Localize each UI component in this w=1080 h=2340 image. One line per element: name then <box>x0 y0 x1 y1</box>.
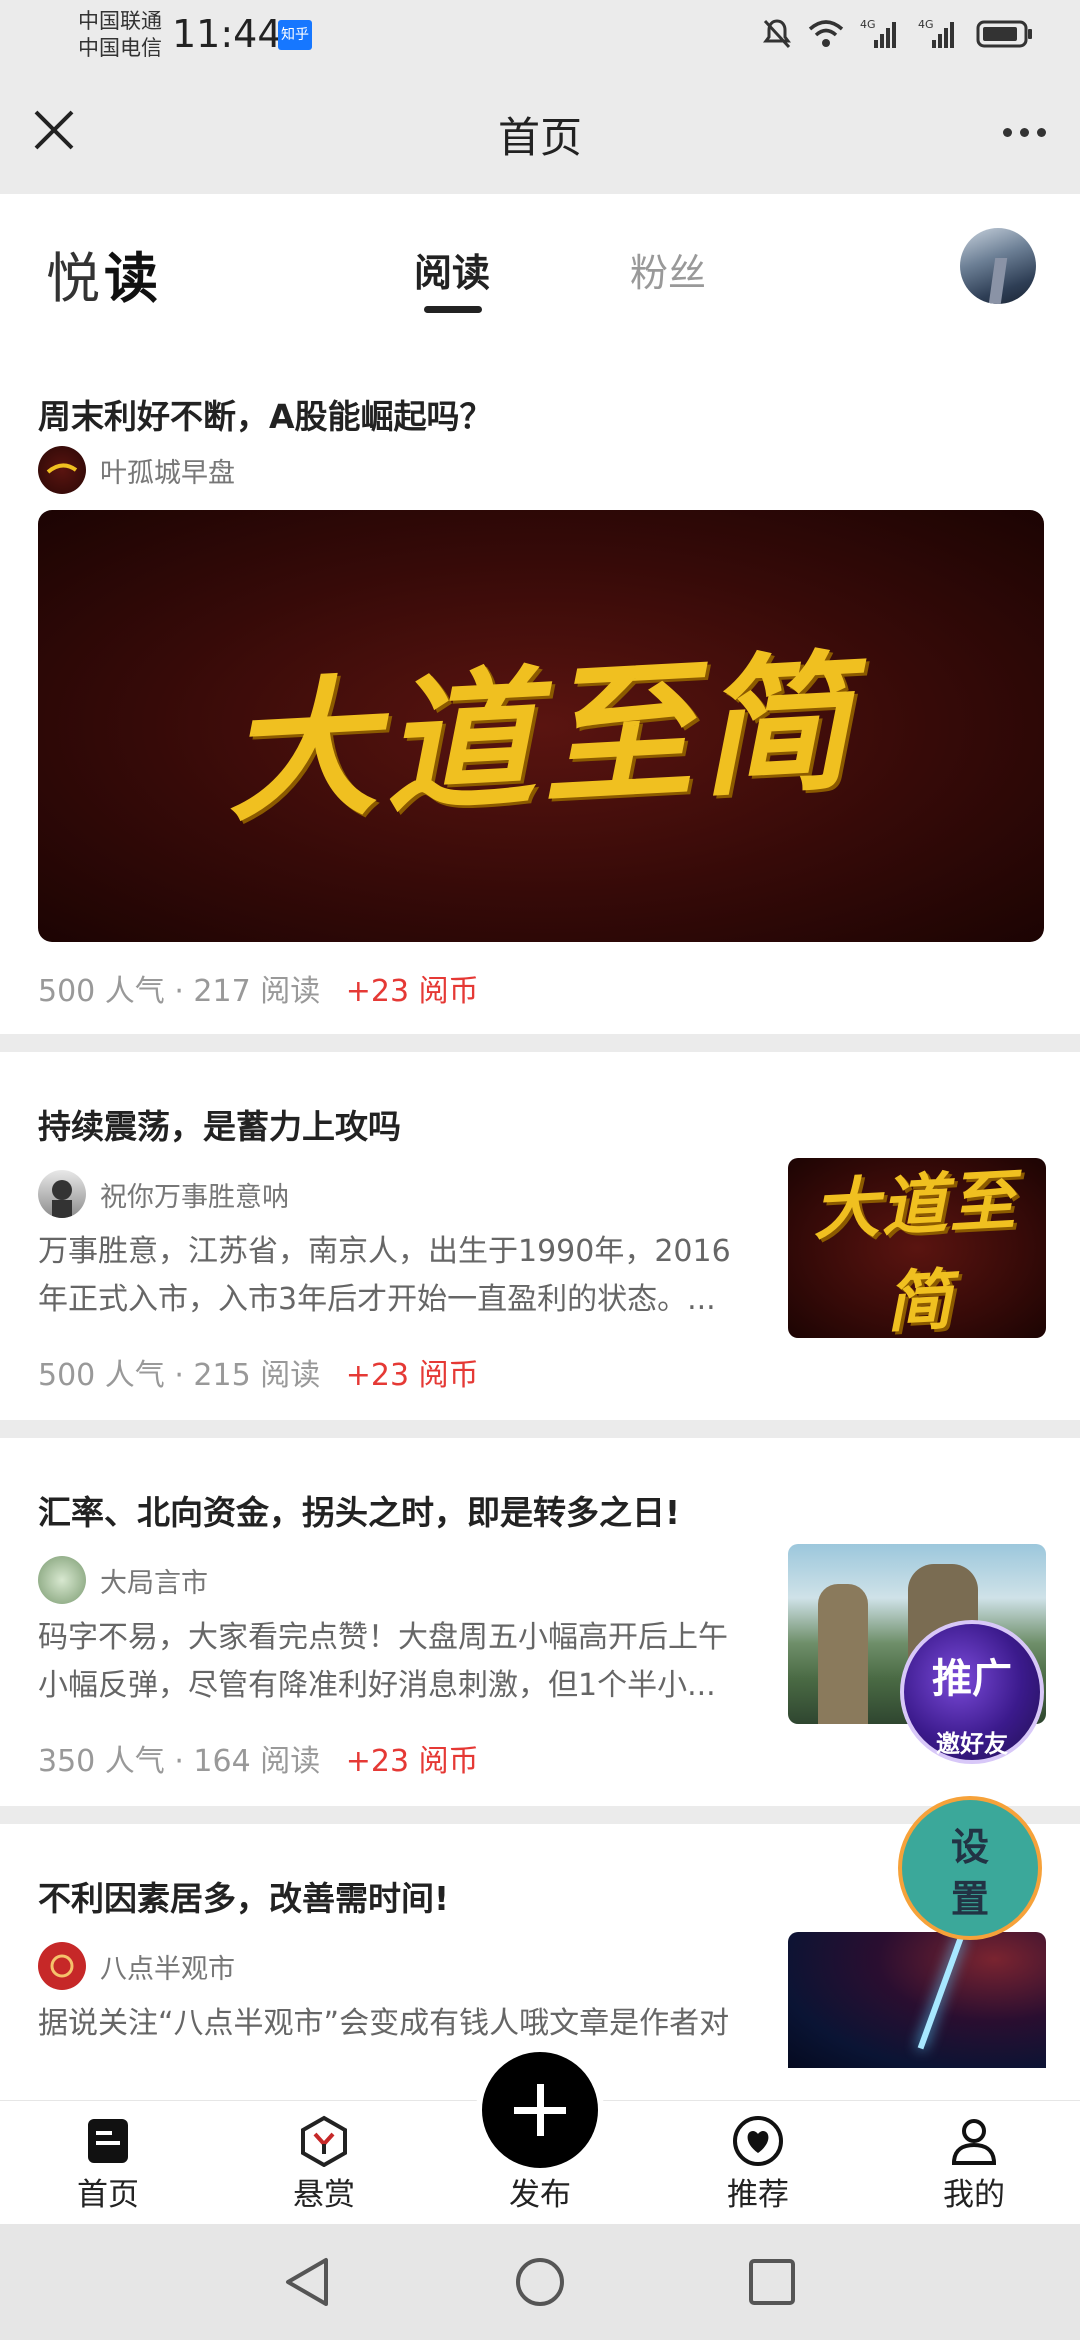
settings-label-1: 设 <box>950 1825 989 1869</box>
tab-read[interactable]: 阅读 <box>414 242 490 297</box>
signal-2-icon: 4G <box>918 18 960 54</box>
popularity-count: 350 人气 <box>38 1744 165 1779</box>
mute-icon <box>762 18 792 54</box>
settings-float-button[interactable]: 设 置 <box>898 1796 1042 1940</box>
page-title: 首页 <box>497 113 582 162</box>
recents-square-icon <box>749 2259 795 2305</box>
more-options-button[interactable] <box>1003 128 1046 137</box>
user-avatar[interactable] <box>960 228 1036 304</box>
article-excerpt: 据说关注“八点半观市”会变成有钱人哦文章是作者对 <box>38 2000 748 2048</box>
author-name: 八点半观市 <box>100 1953 235 1985</box>
nav-reward[interactable]: 悬赏 <box>264 2115 384 2214</box>
article-thumbnail[interactable] <box>788 1932 1046 2068</box>
article-stats: 350 人气 · 164 阅读 +23 阅币 <box>38 1744 479 1779</box>
author-name: 叶孤城早盘 <box>100 457 235 489</box>
back-button[interactable] <box>282 2256 332 2312</box>
nav-home[interactable]: 首页 <box>48 2115 168 2214</box>
author-avatar <box>38 1942 86 1990</box>
active-tab-indicator <box>424 306 482 313</box>
logo-part-1: 悦 <box>46 247 104 310</box>
publish-plus-button[interactable] <box>476 2046 604 2174</box>
nav-label: 首页 <box>77 2177 139 2213</box>
promo-invite-button[interactable]: 推广 邀好友 <box>900 1620 1044 1764</box>
svg-text:4G: 4G <box>918 18 934 31</box>
cover-title-art: 大道至简 <box>221 634 862 843</box>
popularity-count: 500 人气 <box>38 974 165 1009</box>
home-button[interactable] <box>514 2256 566 2312</box>
home-circle-icon <box>516 2258 564 2306</box>
article-title[interactable]: 持续震荡，是蓄力上攻吗 <box>38 1100 401 1148</box>
read-count: 217 阅读 <box>193 974 321 1009</box>
article-card[interactable]: 周末利好不断，A股能崛起吗？ 叶孤城早盘 大道至简 500 人气 · 217 阅… <box>0 344 1080 1034</box>
reward-icon <box>298 2115 350 2168</box>
carrier-2: 中国电信 <box>78 36 162 60</box>
nav-label: 发布 <box>509 2177 571 2213</box>
signal-1-icon: 4G <box>860 18 902 54</box>
nav-mine[interactable]: 我的 <box>914 2115 1034 2214</box>
dot-icon <box>1003 128 1012 137</box>
article-thumbnail[interactable]: 大道至简 <box>788 1158 1046 1338</box>
nav-label: 我的 <box>943 2177 1005 2213</box>
recents-button[interactable] <box>746 2256 798 2312</box>
dot-icon <box>1037 128 1046 137</box>
battery-icon <box>976 19 1034 53</box>
nav-recommend[interactable]: 推荐 <box>698 2115 818 2214</box>
promo-label: 推广 <box>932 1656 1012 1702</box>
article-author[interactable]: 祝你万事胜意呐 <box>38 1170 289 1218</box>
excerpt-line: 年正式入市，入市3年后才开始一直盈利的状态。... <box>38 1282 716 1317</box>
read-count: 164 阅读 <box>193 1744 321 1779</box>
app-header: 悦读 阅读 粉丝 <box>0 194 1080 344</box>
carrier-1: 中国联通 <box>78 9 162 33</box>
zhihu-app-icon: 知乎 <box>278 20 312 50</box>
person-icon <box>948 2115 1000 2167</box>
carrier-names: 中国联通 中国电信 <box>78 8 162 62</box>
system-navigation-bar <box>0 2224 1080 2340</box>
title-bar: 首页 <box>0 72 1080 194</box>
popularity-count: 500 人气 <box>38 1358 165 1393</box>
author-name: 祝你万事胜意呐 <box>100 1181 289 1213</box>
promo-sublabel: 邀好友 <box>936 1730 1008 1758</box>
article-excerpt: 码字不易，大家看完点赞！大盘周五小幅高开后上午 小幅反弹，尽管有降准利好消息刺激… <box>38 1614 748 1710</box>
article-title[interactable]: 周末利好不断，A股能崛起吗？ <box>38 390 493 438</box>
document-icon <box>82 2115 134 2167</box>
svg-text:4G: 4G <box>860 18 876 31</box>
article-title[interactable]: 汇率、北向资金，拐头之时，即是转多之日! <box>38 1486 680 1534</box>
back-triangle-icon <box>286 2258 328 2306</box>
excerpt-line: 万事胜意，江苏省，南京人，出生于1990年，2016 <box>38 1234 731 1269</box>
status-bar: 中国联通 中国电信 11:44 知乎 4G 4G <box>0 0 1080 72</box>
nav-label: 悬赏 <box>293 2177 355 2213</box>
settings-label-2: 置 <box>950 1877 989 1921</box>
status-icons: 4G 4G <box>762 18 1034 54</box>
coin-reward: +23 阅币 <box>345 1358 479 1393</box>
article-cover-image[interactable]: 大道至简 <box>38 510 1044 942</box>
cover-title-art: 大道至简 <box>810 1160 1019 1338</box>
coin-reward: +23 阅币 <box>345 974 479 1009</box>
dot-icon <box>1020 128 1029 137</box>
coin-reward: +23 阅币 <box>345 1744 479 1779</box>
article-author[interactable]: 大局言市 <box>38 1556 208 1604</box>
author-avatar <box>38 446 86 494</box>
read-count: 215 阅读 <box>193 1358 321 1393</box>
article-title[interactable]: 不利因素居多，改善需时间! <box>38 1872 449 1920</box>
status-time: 11:44 <box>172 12 282 56</box>
excerpt-line: 小幅反弹，尽管有降准利好消息刺激，但1个半小... <box>38 1668 716 1703</box>
nav-label: 推荐 <box>727 2177 789 2213</box>
excerpt-line: 据说关注“八点半观市”会变成有钱人哦文章是作者对 <box>38 2006 730 2041</box>
author-name: 大局言市 <box>100 1567 208 1599</box>
article-excerpt: 万事胜意，江苏省，南京人，出生于1990年，2016 年正式入市，入市3年后才开… <box>38 1228 748 1324</box>
article-card[interactable]: 持续震荡，是蓄力上攻吗 祝你万事胜意呐 万事胜意，江苏省，南京人，出生于1990… <box>0 1052 1080 1420</box>
article-author[interactable]: 叶孤城早盘 <box>38 446 235 494</box>
app-logo: 悦读 <box>46 234 162 313</box>
article-stats: 500 人气 · 215 阅读 +23 阅币 <box>38 1358 479 1393</box>
excerpt-line: 码字不易，大家看完点赞！大盘周五小幅高开后上午 <box>38 1620 728 1655</box>
article-author[interactable]: 八点半观市 <box>38 1942 235 1990</box>
wifi-icon <box>808 19 844 53</box>
article-stats: 500 人气 · 217 阅读 +23 阅币 <box>38 974 479 1009</box>
author-avatar <box>38 1170 86 1218</box>
logo-part-2: 读 <box>104 247 162 310</box>
heart-icon <box>732 2115 784 2167</box>
tab-fans[interactable]: 粉丝 <box>630 242 706 297</box>
author-avatar <box>38 1556 86 1604</box>
